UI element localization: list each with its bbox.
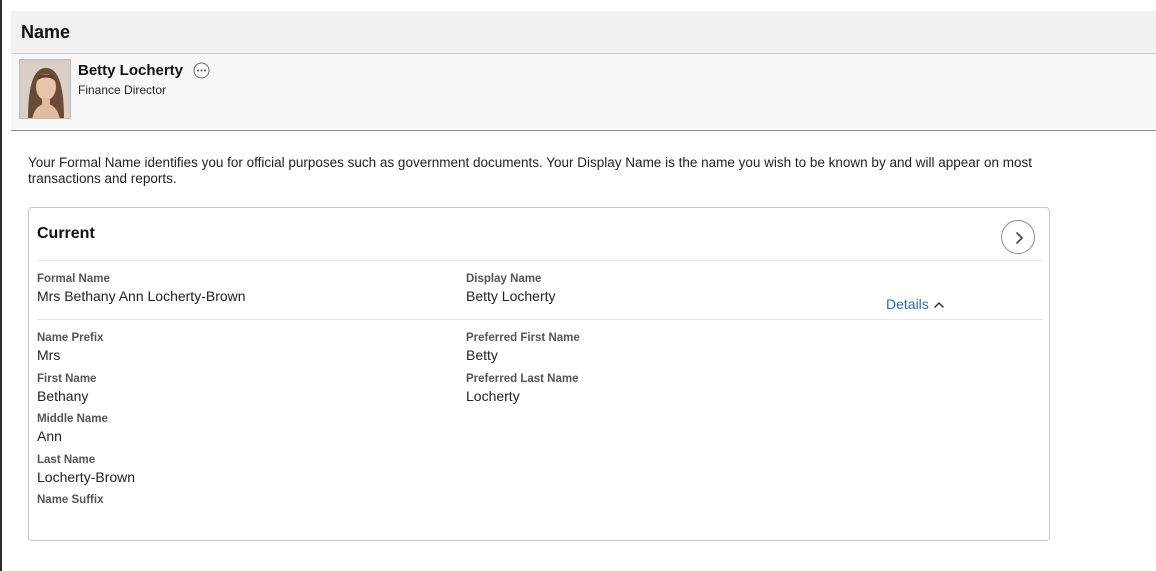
name-suffix-label: Name Suffix: [37, 494, 104, 506]
person-banner: Betty Locherty Finance Director: [11, 54, 1156, 131]
preferred-first-name-value: Betty: [466, 347, 498, 363]
divider: [37, 260, 1043, 261]
name-prefix-value: Mrs: [37, 347, 61, 363]
formal-name-value: Mrs Bethany Ann Locherty-Brown: [37, 288, 246, 304]
avatar: [19, 59, 71, 119]
page-header: Name: [11, 11, 1156, 54]
avatar-photo: [20, 60, 70, 118]
last-name-value: Locherty-Brown: [37, 469, 136, 485]
last-name-label: Last Name: [37, 454, 96, 466]
name-prefix-label: Name Prefix: [37, 332, 104, 344]
card-nav-button[interactable]: [1001, 220, 1035, 254]
middle-name-value: Ann: [37, 428, 62, 444]
current-name-card: Current Formal Name Mrs Bethany Ann Loch…: [28, 207, 1050, 541]
first-name-value: Bethany: [37, 388, 89, 404]
divider: [37, 319, 1043, 320]
person-name: Betty Locherty: [78, 62, 184, 79]
formal-name-label: Formal Name: [37, 273, 110, 285]
preferred-last-name-label: Preferred Last Name: [466, 373, 579, 385]
display-name-value: Betty Locherty: [466, 288, 556, 304]
card-title: Current: [37, 225, 95, 242]
page-title: Name: [21, 22, 71, 42]
display-name-label: Display Name: [466, 273, 542, 285]
preferred-last-name-value: Locherty: [466, 388, 520, 404]
intro-text: Your Formal Name identifies you for offi…: [28, 155, 1033, 186]
person-job-title: Finance Director: [78, 83, 167, 97]
related-actions-icon[interactable]: [193, 62, 210, 79]
details-toggle[interactable]: Details: [886, 296, 945, 312]
preferred-first-name-label: Preferred First Name: [466, 332, 580, 344]
details-label: Details: [886, 296, 929, 312]
chevron-right-icon: [1016, 232, 1023, 244]
page-frame: Name Betty Locherty Finance Director You…: [0, 0, 1156, 571]
chevron-up-icon: [934, 302, 944, 309]
first-name-label: First Name: [37, 373, 97, 385]
middle-name-label: Middle Name: [37, 413, 108, 425]
